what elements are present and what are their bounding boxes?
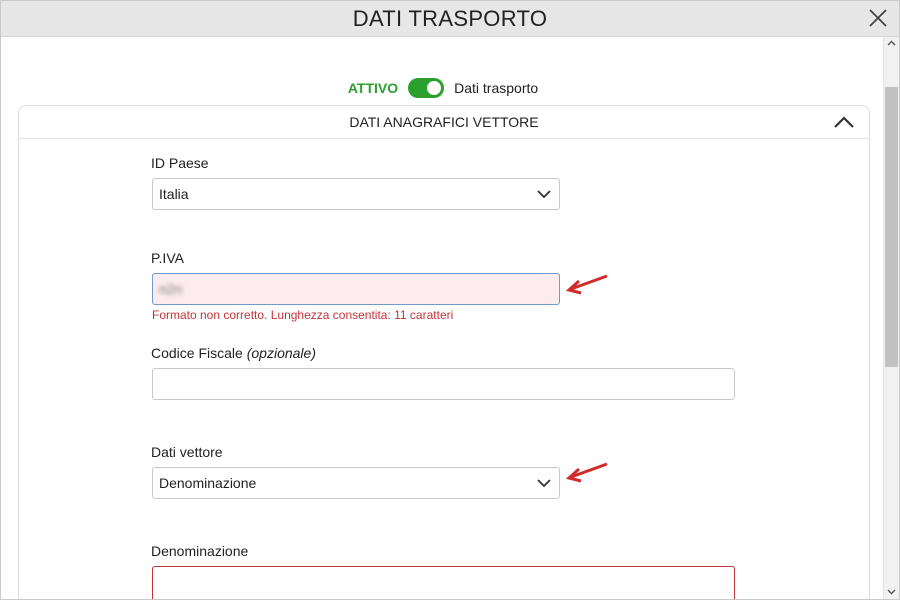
dati-vettore-value: Denominazione — [159, 475, 257, 491]
piva-error-message: Formato non corretto. Lunghezza consenti… — [152, 308, 454, 322]
toggle-status: ATTIVO — [347, 80, 399, 96]
arrow-pointer-icon — [565, 274, 608, 295]
denominazione-label: Denominazione — [151, 543, 249, 559]
denominazione-input[interactable] — [152, 566, 735, 599]
panel-header[interactable]: DATI ANAGRAFICI VETTORE — [19, 106, 869, 139]
panel-title: DATI ANAGRAFICI VETTORE — [349, 114, 539, 130]
codice-fiscale-label: Codice Fiscale (opzionale) — [151, 345, 316, 361]
dati-vettore-label: Dati vettore — [151, 444, 223, 460]
codice-fiscale-label-text: Codice Fiscale — [151, 345, 243, 361]
id-paese-select[interactable]: Italia — [152, 178, 560, 210]
scrollbar-thumb[interactable] — [885, 87, 898, 367]
dati-trasporto-toggle[interactable] — [408, 78, 445, 98]
id-paese-label: ID Paese — [151, 155, 209, 171]
chevron-down-icon — [537, 190, 551, 199]
dati-vettore-select[interactable]: Denominazione — [152, 467, 560, 499]
close-icon[interactable] — [867, 7, 889, 29]
optional-hint: (opzionale) — [246, 345, 316, 361]
piva-label: P.IVA — [151, 250, 184, 266]
scroll-up-icon[interactable] — [887, 39, 896, 48]
id-paese-value: Italia — [159, 186, 189, 202]
vertical-scrollbar[interactable] — [883, 37, 899, 599]
dati-trasporto-toggle-row: ATTIVO Dati trasporto — [1, 77, 885, 99]
scroll-down-icon[interactable] — [887, 587, 896, 596]
dialog-title: DATI TRASPORTO — [352, 6, 548, 31]
piva-input[interactable]: n2n — [152, 273, 560, 305]
piva-value: n2n — [159, 281, 183, 297]
dialog-content: ATTIVO Dati trasporto DATI ANAGRAFICI VE… — [1, 37, 885, 599]
titlebar: DATI TRASPORTO — [1, 1, 899, 37]
dati-trasporto-dialog: DATI TRASPORTO ATTIVO Dati trasporto DAT… — [0, 0, 900, 600]
arrow-pointer-icon — [565, 462, 608, 483]
toggle-label: Dati trasporto — [454, 80, 539, 96]
chevron-down-icon — [537, 479, 551, 488]
codice-fiscale-input[interactable] — [152, 368, 735, 400]
chevron-up-icon[interactable] — [833, 114, 855, 130]
